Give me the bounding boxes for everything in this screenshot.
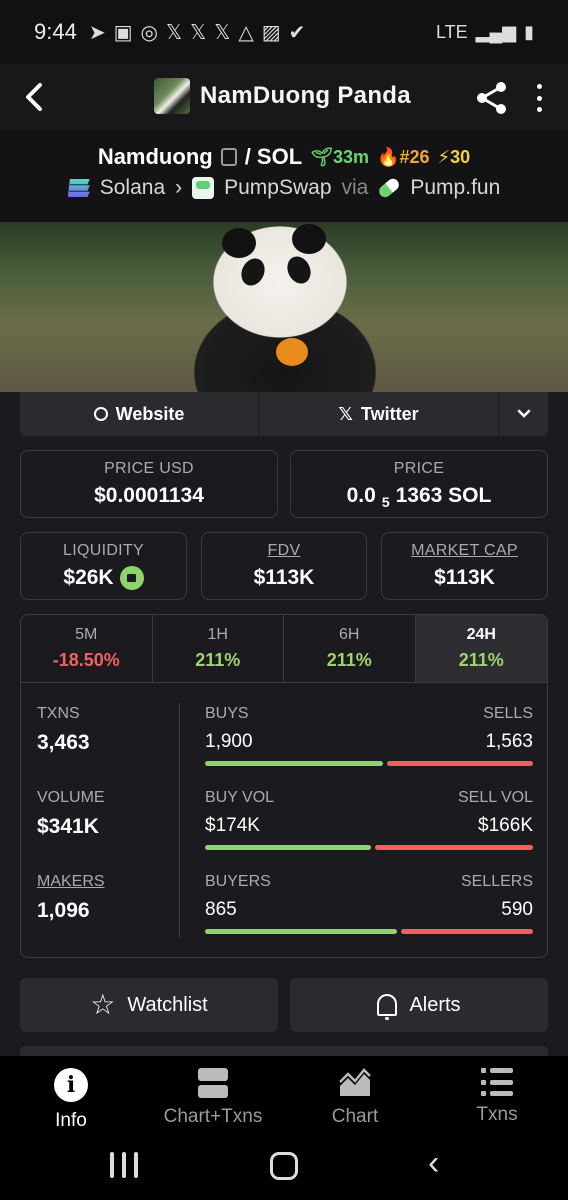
home-button[interactable] <box>270 1152 298 1180</box>
solana-icon <box>67 179 90 197</box>
pair-age: 🌱︎33m <box>310 146 370 167</box>
next-section <box>20 1046 548 1056</box>
makers-row: MAKERS 1,096 BUYERS SELLERS 865 590 <box>21 873 547 943</box>
token-banner-image <box>0 222 568 392</box>
txns-row: TXNS 3,463 BUYS SELLS 1,900 1,563 <box>21 705 547 775</box>
x-icon: 𝕏 <box>214 21 231 44</box>
token-name: Namduong <box>97 144 213 169</box>
sell-volume-value: $166K <box>478 815 533 836</box>
chain-link[interactable]: Solana <box>100 176 165 200</box>
price-usd-card: PRICE USD $0.0001134 <box>20 450 278 518</box>
twitter-button[interactable]: 𝕏 Twitter <box>259 392 499 436</box>
sells-value: 1,563 <box>485 731 533 752</box>
launchpad-link[interactable]: Pump.fun <box>410 176 500 200</box>
website-button[interactable]: Website <box>20 392 259 436</box>
chevron-down-icon <box>517 409 530 418</box>
buys-sells-bar <box>205 761 533 766</box>
liquidity-card: LIQUIDITY $26K <box>20 532 187 600</box>
token-avatar <box>154 78 190 114</box>
tab-5m[interactable]: 5M -18.50% <box>21 615 153 682</box>
x-icon: 𝕏 <box>190 21 207 44</box>
bottom-nav: i Info Chart+Txns Chart Txns <box>0 1056 568 1140</box>
share-button[interactable] <box>472 78 512 118</box>
trading-stats: 5M -18.50% 1H 211% 6H 211% 24H 211% TXNS… <box>20 614 548 958</box>
share-icon <box>477 82 506 114</box>
nav-info[interactable]: i Info <box>0 1056 142 1140</box>
buys-value: 1,900 <box>205 731 253 752</box>
alerts-button[interactable]: Alerts <box>290 978 548 1032</box>
volume-bar <box>205 845 533 850</box>
app-bar: NamDuong Panda <box>0 64 568 130</box>
nav-chart[interactable]: Chart <box>284 1056 426 1140</box>
quote-token: / SOL <box>244 144 303 169</box>
timeframe-tabs: 5M -18.50% 1H 211% 6H 211% 24H 211% <box>21 615 547 683</box>
triangle-icon: △ <box>238 21 254 44</box>
system-nav-bar: ‹ <box>0 1140 568 1200</box>
volume-row: VOLUME $341K BUY VOL SELL VOL $174K $166K <box>21 789 547 859</box>
status-time: 9:44 <box>34 19 77 44</box>
list-icon <box>481 1068 513 1096</box>
buy-volume-value: $174K <box>205 815 260 836</box>
txns-value: 3,463 <box>37 731 90 754</box>
info-icon: i <box>54 1068 88 1102</box>
social-links: Website 𝕏 Twitter <box>20 392 548 436</box>
pumpfun-icon <box>377 176 402 200</box>
telegram-icon: ➤ <box>88 21 106 44</box>
whatsapp-icon: ◎ <box>140 21 158 44</box>
tab-6h[interactable]: 6H 211% <box>284 615 416 682</box>
fdv-card[interactable]: FDV $113K <box>201 532 367 600</box>
makers-label[interactable]: MAKERS <box>37 873 105 891</box>
image-icon: ▨ <box>261 21 281 44</box>
battery-icon: ▮ <box>524 21 534 42</box>
watchlist-button[interactable]: ☆ Watchlist <box>20 978 278 1032</box>
notification-icons: ➤ ▣ ◎ 𝕏 𝕏 𝕏 △ ▨ ✔ <box>89 20 306 45</box>
chevron-right-icon: › <box>175 176 183 199</box>
more-menu-button[interactable] <box>526 80 552 116</box>
back-button[interactable] <box>14 74 54 120</box>
buyers-value: 865 <box>205 899 237 920</box>
tab-24h[interactable]: 24H 211% <box>415 615 547 682</box>
recent-apps-button[interactable] <box>110 1152 138 1178</box>
pair-info-panel: Namduong / SOL 🌱︎33m 🔥#26 ⚡30 Solana › P… <box>0 130 568 1056</box>
chart-icon <box>339 1068 371 1096</box>
app-icon: ▣ <box>113 21 133 44</box>
chart-txns-icon <box>198 1068 228 1098</box>
tab-1h[interactable]: 1H 211% <box>153 615 284 682</box>
x-icon: 𝕏 <box>338 403 353 424</box>
more-links-button[interactable] <box>499 392 548 436</box>
x-icon: 𝕏 <box>165 21 183 44</box>
star-icon: ☆ <box>90 989 116 1020</box>
bell-icon <box>377 994 398 1020</box>
pumpswap-icon <box>192 177 215 199</box>
lock-icon[interactable] <box>119 566 144 590</box>
page-title: NamDuong Panda <box>200 82 411 109</box>
nav-txns[interactable]: Txns <box>426 1056 568 1140</box>
chevron-left-icon <box>26 83 42 111</box>
copy-icon[interactable] <box>220 148 237 166</box>
makers-value: 1,096 <box>37 899 90 922</box>
system-back-button[interactable]: ‹ <box>428 1146 439 1180</box>
dex-link[interactable]: PumpSwap <box>224 176 331 200</box>
sellers-value: 590 <box>501 899 533 920</box>
globe-icon <box>93 407 108 421</box>
market-cap-card[interactable]: MARKET CAP $113K <box>381 532 548 600</box>
nav-chart-txns[interactable]: Chart+Txns <box>142 1056 284 1140</box>
check-icon: ✔ <box>288 21 306 44</box>
price-native-card: PRICE 0.0 5 1363 SOL <box>290 450 548 518</box>
signal-icon: ▂▄▆ <box>475 21 517 42</box>
token-header: Namduong / SOL 🌱︎33m 🔥#26 ⚡30 Solana › P… <box>0 130 568 222</box>
trending-rank: 🔥#26 <box>377 146 430 167</box>
boost-count: ⚡30 <box>437 146 471 167</box>
buyers-sellers-bar <box>205 929 533 934</box>
via-label: via <box>341 176 369 199</box>
status-bar: 9:44 ➤ ▣ ◎ 𝕏 𝕏 𝕏 △ ▨ ✔ LTE ▂▄▆ ▮ <box>0 0 568 64</box>
volume-value: $341K <box>37 815 99 838</box>
network-type: LTE <box>435 21 468 42</box>
